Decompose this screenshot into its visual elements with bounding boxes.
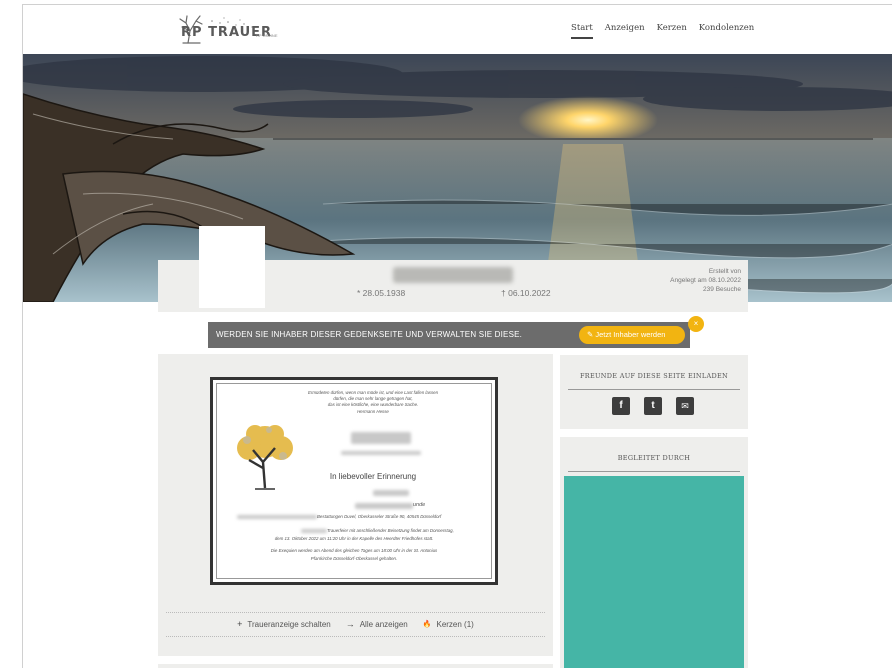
family-suffix: unde (413, 502, 426, 508)
place-obituary-label: Traueranzeige schalten (247, 619, 331, 629)
family-blurred-1 (373, 490, 409, 496)
candles-label: Kerzen (1) (436, 619, 474, 629)
divider (166, 612, 545, 613)
nav-start[interactable]: Start (571, 23, 593, 39)
arrangements-line: Bestattungen Duvel, Oberkasseler Straße … (317, 514, 442, 519)
close-banner-button[interactable]: × (688, 316, 704, 332)
divider (568, 471, 740, 472)
poem-line-2: dürfen, die man sehr lange getragen hat, (333, 396, 413, 401)
invite-title: FREUNDE AUF DIESE SEITE EINLADEN (579, 372, 729, 380)
service-line-2: dem 13. Oktober 2022 um 11:20 Uhr in der… (274, 536, 434, 541)
service-blurred (301, 529, 327, 533)
death-date: † 06.10.2022 (501, 288, 551, 298)
nav-anzeigen[interactable]: Anzeigen (605, 23, 645, 39)
owner-banner: WERDEN SIE INHABER DIESER GEDENKSEITE UN… (208, 322, 690, 348)
logo-subtext: RP ONLINE (256, 33, 278, 38)
sponsor-card: BEGLEITET DURCH (560, 437, 748, 668)
flame-icon: 🔥 (422, 621, 432, 628)
nav-kerzen[interactable]: Kerzen (657, 23, 687, 39)
invite-friends-card: FREUNDE AUF DIESE SEITE EINLADEN f t ✉ (560, 355, 748, 429)
next-card-edge (158, 664, 553, 668)
card-actions: + Traueranzeige schalten → Alle anzeigen… (158, 619, 553, 629)
visit-count: 239 Besuche (703, 286, 741, 293)
created-by: Erstellt von (708, 268, 741, 275)
poem-line-1: Ermüdeten dürfen, wenn man müde ist, und… (307, 390, 439, 395)
obituary-card: Ermüdeten dürfen, wenn man müde ist, und… (158, 354, 553, 656)
twitter-icon[interactable]: t (644, 397, 662, 415)
birth-date: * 28.05.1938 (357, 288, 406, 298)
poem-author: Hermann Hesse (357, 409, 389, 414)
portrait-placeholder (199, 226, 265, 308)
facebook-icon[interactable]: f (612, 397, 630, 415)
obituary-notice[interactable]: Ermüdeten dürfen, wenn man müde ist, und… (210, 377, 498, 585)
become-owner-button[interactable]: ✎ Jetzt Inhaber werden (579, 326, 685, 344)
memory-heading: In liebevoller Erinnerung (329, 472, 417, 481)
email-icon[interactable]: ✉ (676, 397, 694, 415)
sponsor-banner[interactable] (564, 476, 744, 668)
owner-banner-text: WERDEN SIE INHABER DIESER GEDENKSEITE UN… (216, 330, 523, 339)
place-obituary-link[interactable]: + Traueranzeige schalten (237, 619, 331, 629)
service-line-4: Pfarrkirche Düsseldorf-Oberkassel gehalt… (310, 556, 398, 561)
tree-illustration-icon (237, 425, 293, 490)
divider (568, 389, 740, 390)
page: RP TRAUER RP ONLINE Start Anzeigen Kerze… (22, 4, 892, 668)
show-all-label: Alle anzeigen (359, 619, 408, 629)
share-buttons: f t ✉ (612, 397, 694, 415)
page-meta: Erstellt von Angelegt am 08.10.2022 239 … (623, 267, 741, 294)
service-line-3: Die Exequien werden am Abend des gleiche… (270, 548, 438, 553)
plus-icon: + (237, 619, 243, 629)
service-line-1: Trauerfeier mit anschließender Beisetzun… (327, 528, 454, 533)
family-blurred-2 (355, 503, 413, 509)
candles-link[interactable]: 🔥 Kerzen (1) (423, 619, 474, 629)
sponsor-title: BEGLEITET DURCH (617, 454, 691, 462)
deceased-name-blurred (393, 267, 513, 283)
divider (166, 636, 545, 637)
arrow-right-icon: → (345, 619, 355, 629)
nav-kondolenzen[interactable]: Kondolenzen (699, 23, 754, 39)
show-all-link[interactable]: → Alle anzeigen (346, 619, 408, 629)
created-on: Angelegt am 08.10.2022 (670, 277, 741, 284)
arrangements-blurred (237, 515, 317, 519)
name-blurred (351, 432, 411, 444)
main-nav: Start Anzeigen Kerzen Kondolenzen (571, 23, 766, 39)
poem-line-3: das ist eine köstliche, eine wunderbare … (327, 402, 419, 407)
dates-blurred (341, 451, 421, 455)
site-header: RP TRAUER RP ONLINE Start Anzeigen Kerze… (23, 5, 892, 55)
become-owner-label: Jetzt Inhaber werden (595, 330, 666, 339)
